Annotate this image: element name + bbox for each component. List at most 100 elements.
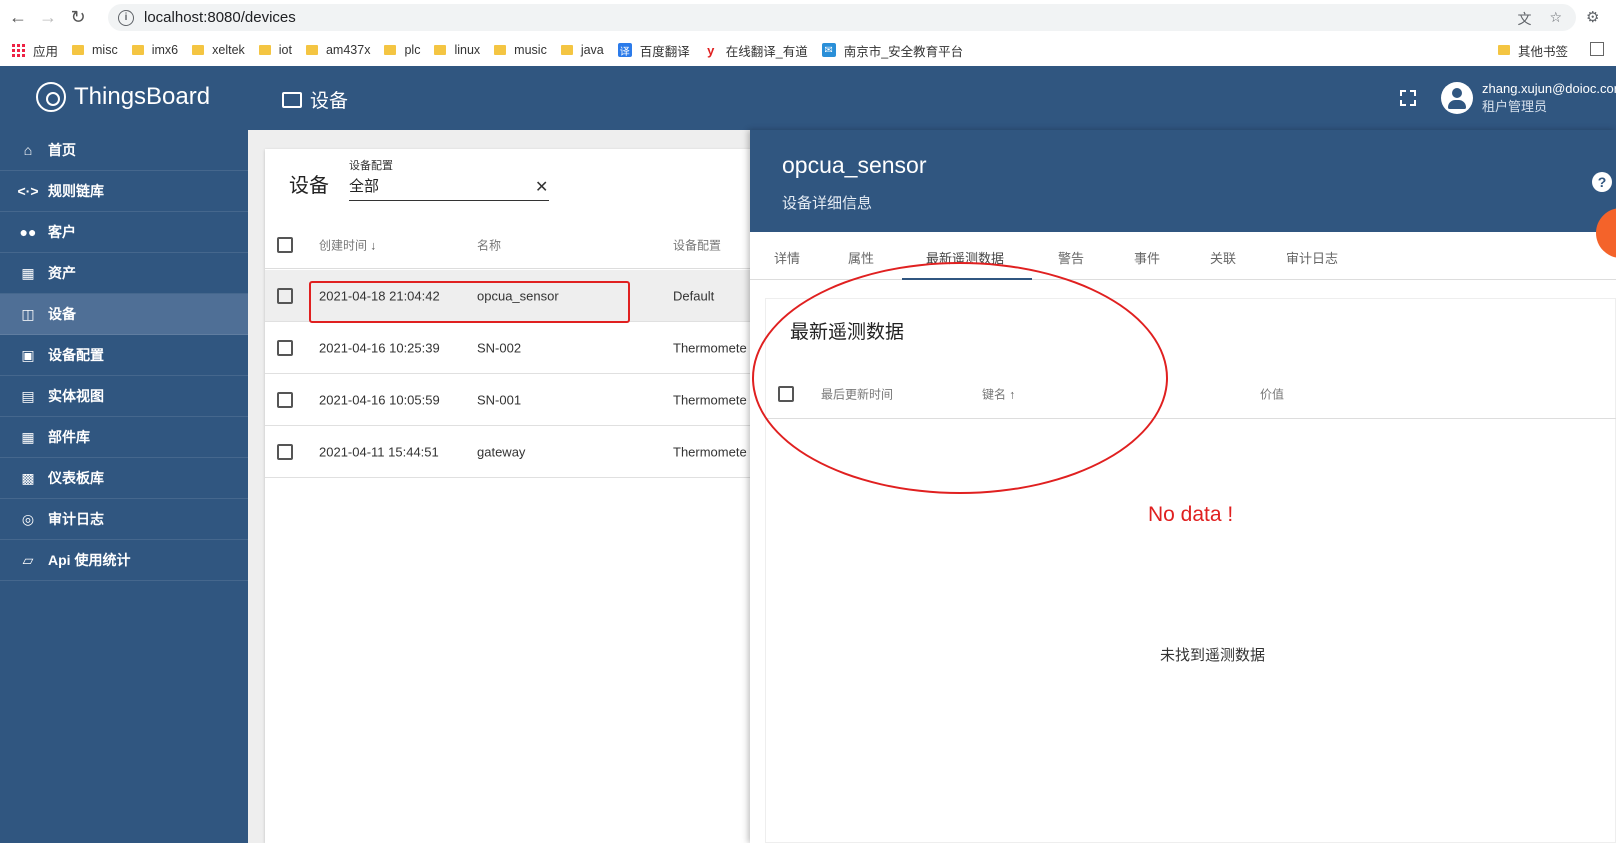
- tab-relations[interactable]: 关联: [1210, 248, 1236, 267]
- select-all-checkbox[interactable]: [277, 236, 293, 253]
- sidebar-item-assets[interactable]: ▦ 资产: [0, 253, 248, 294]
- help-icon[interactable]: ?: [1592, 172, 1612, 192]
- sidebar-item-audit-logs[interactable]: ◎ 审计日志: [0, 499, 248, 540]
- table-row[interactable]: 2021-04-16 10:05:59 SN-001 Thermomete: [265, 374, 765, 426]
- sidebar-item-rule-chains[interactable]: <·> 规则链库: [0, 171, 248, 212]
- forward-icon[interactable]: →: [36, 5, 60, 29]
- row-checkbox[interactable]: [277, 443, 293, 460]
- building-icon: ▦: [21, 264, 35, 281]
- bookmark-folder[interactable]: music: [494, 43, 547, 57]
- column-header-name[interactable]: 名称: [477, 236, 501, 253]
- column-header-created[interactable]: 创建时间 ↓: [319, 236, 376, 253]
- sidebar-item-home[interactable]: ⌂ 首页: [0, 130, 248, 171]
- tab-alarms[interactable]: 警告: [1058, 248, 1084, 267]
- cell-created: 2021-04-16 10:25:39: [319, 340, 440, 355]
- bookmark-folder[interactable]: am437x: [305, 43, 370, 57]
- cell-name: SN-001: [477, 392, 522, 407]
- devices-table-title: 设备: [289, 175, 329, 197]
- reading-list-icon[interactable]: [1590, 42, 1604, 56]
- bookmark-folder[interactable]: linux: [434, 43, 480, 57]
- account-icon[interactable]: [1441, 82, 1473, 114]
- tab-events[interactable]: 事件: [1134, 248, 1160, 267]
- table-row[interactable]: 2021-04-11 15:44:51 gateway Thermomete: [265, 426, 765, 478]
- tab-latest-telemetry[interactable]: 最新遥测数据: [926, 248, 1004, 267]
- sidebar-item-devices[interactable]: ◫ 设备: [0, 294, 248, 335]
- bookmark-safety-platform[interactable]: ✉ 南京市_安全教育平台: [821, 41, 963, 60]
- thingsboard-logo[interactable]: ThingsBoard: [36, 82, 210, 112]
- extensions-icon[interactable]: ⚙: [1586, 8, 1599, 26]
- sort-up-icon: ↑: [1009, 387, 1016, 401]
- folder-icon: [305, 45, 318, 55]
- bookmarks-bar: 应用 misc imx6 xeltek iot am437x plc linux…: [0, 34, 1616, 66]
- devices-icon: ◫: [21, 305, 35, 322]
- column-header-last-update[interactable]: 最后更新时间: [821, 385, 893, 402]
- cell-name: gateway: [477, 444, 526, 459]
- cell-profile: Thermomete: [673, 444, 747, 459]
- user-email: zhang.xujun@doioc.cor: [1482, 81, 1616, 96]
- folder-icon: [560, 45, 573, 55]
- bookmark-star-icon[interactable]: ☆: [1549, 9, 1562, 29]
- bookmark-folder[interactable]: misc: [72, 43, 118, 57]
- tab-details[interactable]: 详情: [774, 248, 800, 267]
- sidebar-item-widgets[interactable]: ▦ 部件库: [0, 417, 248, 458]
- bookmark-folder[interactable]: iot: [258, 43, 292, 57]
- sidebar-item-customers[interactable]: ●● 客户: [0, 212, 248, 253]
- page-title: 设备: [282, 86, 348, 113]
- logo-icon: [36, 82, 66, 112]
- column-header-profile[interactable]: 设备配置: [673, 236, 721, 253]
- address-bar[interactable]: i localhost:8080/devices 文 ☆: [108, 4, 1576, 31]
- column-header-value[interactable]: 价值: [1260, 385, 1284, 402]
- devices-table-header: 创建时间 ↓ 名称 设备配置: [265, 221, 765, 269]
- bookmark-folder[interactable]: imx6: [131, 43, 178, 57]
- translate-icon[interactable]: 文: [1517, 9, 1531, 29]
- row-checkbox[interactable]: [277, 391, 293, 408]
- folder-icon: [131, 45, 144, 55]
- sidebar: ⌂ 首页 <·> 规则链库 ●● 客户 ▦ 资产 ◫ 设备 ▣ 设备配置 ▤ 实体视图 ▦ 部件…: [0, 130, 248, 843]
- sidebar-item-entity-views[interactable]: ▤ 实体视图: [0, 376, 248, 417]
- detail-header: opcua_sensor 设备详细信息 ?: [750, 130, 1616, 232]
- youdao-logo-icon: y: [707, 42, 715, 58]
- reload-icon[interactable]: ↻: [66, 5, 90, 29]
- folder-icon: [384, 45, 397, 55]
- site-info-icon[interactable]: i: [118, 9, 134, 26]
- column-header-key[interactable]: 键名 ↑: [982, 385, 1015, 402]
- cell-profile: Thermomete: [673, 340, 747, 355]
- bookmark-other[interactable]: 其他书签: [1498, 41, 1568, 60]
- select-all-checkbox[interactable]: [778, 385, 794, 402]
- folder-icon: [72, 45, 85, 55]
- cell-created: 2021-04-16 10:05:59: [319, 392, 440, 407]
- detail-title: opcua_sensor: [782, 152, 927, 178]
- sidebar-item-dashboards[interactable]: ▩ 仪表板库: [0, 458, 248, 499]
- device-detail-panel: opcua_sensor 设备详细信息 ? 详情 属性 最新遥测数据 警告 事件…: [750, 130, 1616, 843]
- clear-filter-icon[interactable]: ✕: [535, 177, 548, 197]
- browser-toolbar: ← → ↻ i localhost:8080/devices 文 ☆ ⚙: [0, 0, 1616, 34]
- user-info[interactable]: zhang.xujun@doioc.cor 租户管理员: [1482, 80, 1616, 116]
- profile-filter-input[interactable]: 全部: [349, 175, 549, 201]
- bookmark-folder[interactable]: plc: [384, 43, 420, 57]
- sort-down-icon: ↓: [370, 238, 377, 252]
- sidebar-item-api-usage[interactable]: ▱ Api 使用统计: [0, 540, 248, 581]
- bookmark-apps[interactable]: 应用: [0, 41, 58, 60]
- table-row[interactable]: 2021-04-18 21:04:42 opcua_sensor Default: [265, 270, 765, 322]
- bookmark-youdao[interactable]: y 在线翻译_有道: [704, 41, 808, 60]
- folder-icon: [494, 45, 507, 55]
- apps-grid-icon: [12, 43, 25, 57]
- bookmark-baidu-translate[interactable]: 译百度翻译: [617, 41, 690, 60]
- sidebar-item-device-profiles[interactable]: ▣ 设备配置: [0, 335, 248, 376]
- view-icon: ▤: [21, 387, 35, 404]
- bookmark-folder[interactable]: xeltek: [192, 43, 245, 57]
- folder-icon: [434, 45, 447, 55]
- cell-name: SN-002: [477, 340, 522, 355]
- tab-attributes[interactable]: 属性: [848, 248, 874, 267]
- chart-icon: ▱: [22, 551, 34, 568]
- row-checkbox[interactable]: [277, 287, 293, 304]
- table-row[interactable]: 2021-04-16 10:25:39 SN-002 Thermomete: [265, 322, 765, 374]
- detail-subtitle: 设备详细信息: [782, 195, 873, 212]
- telemetry-table-header: 最后更新时间 键名 ↑ 价值: [766, 369, 1616, 419]
- bookmark-folder[interactable]: java: [560, 43, 604, 57]
- fullscreen-icon[interactable]: [1400, 90, 1416, 106]
- tab-audit-logs[interactable]: 审计日志: [1286, 248, 1338, 267]
- row-checkbox[interactable]: [277, 339, 293, 356]
- back-icon[interactable]: ←: [6, 5, 30, 29]
- audit-icon: ◎: [21, 510, 35, 527]
